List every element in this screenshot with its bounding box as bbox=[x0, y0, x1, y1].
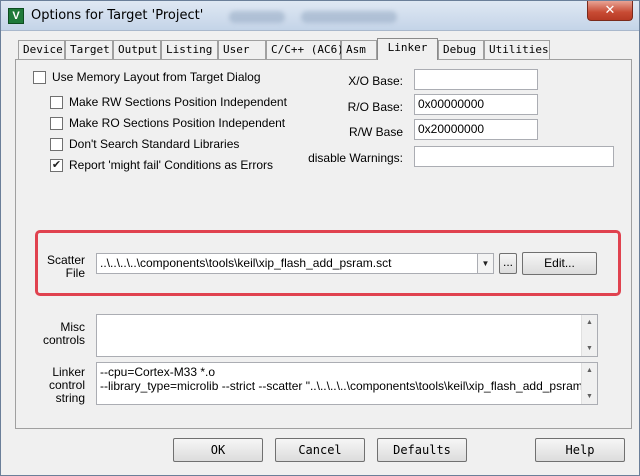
tab-device[interactable]: Device bbox=[18, 40, 65, 59]
make-rw-independent-label: Make RW Sections Position Independent bbox=[69, 95, 287, 109]
rw-base-label: R/W Base bbox=[348, 125, 403, 139]
make-ro-independent-checkbox[interactable] bbox=[50, 116, 63, 130]
make-rw-independent-option[interactable]: Make RW Sections Position Independent bbox=[50, 95, 287, 109]
make-ro-independent-label: Make RO Sections Position Independent bbox=[69, 116, 286, 130]
dont-search-libs-checkbox[interactable] bbox=[50, 137, 63, 151]
tab-utilities[interactable]: Utilities bbox=[484, 40, 550, 59]
linker-label-line3: string bbox=[55, 391, 85, 405]
misc-controls-textarea[interactable]: ▲ ▼ bbox=[96, 314, 598, 357]
might-fail-errors-label: Report 'might fail' Conditions as Errors bbox=[69, 158, 273, 172]
linker-control-string-label: Linker control string bbox=[41, 366, 85, 405]
scroll-down-icon[interactable]: ▼ bbox=[582, 341, 597, 356]
scroll-up-icon[interactable]: ▲ bbox=[582, 363, 597, 378]
cancel-button[interactable]: Cancel bbox=[275, 438, 365, 462]
rw-base-input[interactable]: 0x20000000 bbox=[414, 119, 538, 140]
misc-controls-label: Misc controls bbox=[41, 321, 85, 347]
scroll-up-icon[interactable]: ▲ bbox=[582, 315, 597, 330]
linker-string-line: --library_type=microlib --strict --scatt… bbox=[100, 379, 598, 393]
use-memory-layout-label: Use Memory Layout from Target Dialog bbox=[52, 70, 261, 84]
title-bar[interactable]: V Options for Target 'Project' ✕ bbox=[1, 1, 639, 31]
ro-base-input[interactable]: 0x00000000 bbox=[414, 94, 538, 115]
disable-warnings-label: disable Warnings: bbox=[308, 151, 403, 165]
might-fail-errors-option[interactable]: ✔ Report 'might fail' Conditions as Erro… bbox=[50, 158, 273, 172]
tab-asm[interactable]: Asm bbox=[341, 40, 377, 59]
use-memory-layout-checkbox[interactable] bbox=[33, 70, 46, 84]
xo-base-label: X/O Base: bbox=[348, 74, 403, 88]
tab-target[interactable]: Target bbox=[65, 40, 113, 59]
defaults-button[interactable]: Defaults bbox=[377, 438, 467, 462]
keil-app-icon: V bbox=[8, 8, 24, 24]
disable-warnings-input[interactable] bbox=[414, 146, 614, 167]
close-button[interactable]: ✕ bbox=[587, 1, 633, 21]
scroll-down-icon[interactable]: ▼ bbox=[582, 389, 597, 404]
misc-scrollbar[interactable]: ▲ ▼ bbox=[581, 315, 597, 356]
title-bar-blurred-region bbox=[301, 11, 397, 23]
scatter-file-value: ..\..\..\..\components\tools\keil\xip_fl… bbox=[100, 256, 392, 270]
scatter-label-line2: File bbox=[65, 266, 85, 280]
scatter-file-combo[interactable]: ..\..\..\..\components\tools\keil\xip_fl… bbox=[96, 253, 494, 274]
tab-debug[interactable]: Debug bbox=[438, 40, 484, 59]
title-bar-blurred-region bbox=[229, 11, 285, 23]
tab-listing[interactable]: Listing bbox=[161, 40, 218, 59]
linker-control-string-textarea[interactable]: --cpu=Cortex-M33 *.o --library_type=micr… bbox=[96, 362, 598, 405]
tab-output[interactable]: Output bbox=[113, 40, 161, 59]
options-dialog: V Options for Target 'Project' ✕ Device … bbox=[0, 0, 640, 476]
dont-search-libs-label: Don't Search Standard Libraries bbox=[69, 137, 240, 151]
tab-cpp[interactable]: C/C++ (AC6) bbox=[266, 40, 344, 59]
ok-button[interactable]: OK bbox=[173, 438, 263, 462]
dont-search-libs-option[interactable]: Don't Search Standard Libraries bbox=[50, 137, 239, 151]
linker-string-scrollbar[interactable]: ▲ ▼ bbox=[581, 363, 597, 404]
make-ro-independent-option[interactable]: Make RO Sections Position Independent bbox=[50, 116, 285, 130]
misc-label-line2: controls bbox=[42, 333, 85, 347]
use-memory-layout-option[interactable]: Use Memory Layout from Target Dialog bbox=[33, 70, 261, 84]
xo-base-input[interactable] bbox=[414, 69, 538, 90]
window-title: Options for Target 'Project' bbox=[31, 8, 204, 23]
make-rw-independent-checkbox[interactable] bbox=[50, 95, 63, 109]
tab-linker[interactable]: Linker bbox=[377, 38, 438, 60]
linker-string-line: --cpu=Cortex-M33 *.o bbox=[100, 365, 216, 379]
scatter-file-label: Scatter File bbox=[41, 254, 85, 280]
browse-button[interactable]: ... bbox=[499, 253, 517, 274]
might-fail-errors-checkbox[interactable]: ✔ bbox=[50, 158, 63, 172]
edit-button[interactable]: Edit... bbox=[522, 252, 597, 275]
ro-base-label: R/O Base: bbox=[347, 100, 403, 114]
dropdown-arrow-icon[interactable]: ▼ bbox=[477, 254, 493, 273]
help-button[interactable]: Help bbox=[535, 438, 625, 462]
tab-user[interactable]: User bbox=[218, 40, 266, 59]
